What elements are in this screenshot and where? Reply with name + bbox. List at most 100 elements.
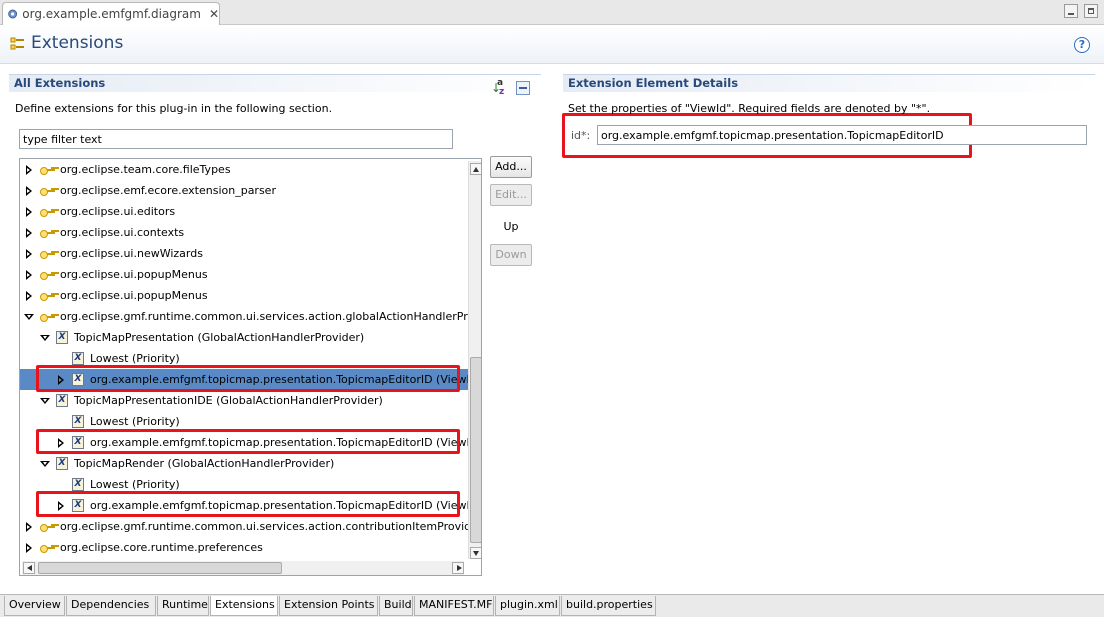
editor-tab-title: org.example.emfgmf.diagram <box>22 7 201 21</box>
element-icon: X <box>56 331 68 344</box>
all-extensions-description: Define extensions for this plug-in in th… <box>15 102 333 115</box>
close-icon[interactable]: ✕ <box>209 7 219 21</box>
maximize-icon[interactable] <box>1084 4 1098 18</box>
tab-extensions[interactable]: Extensions <box>210 596 278 616</box>
extension-point-icon <box>40 522 56 532</box>
window-buttons <box>1064 4 1098 18</box>
tab-build[interactable]: Build <box>379 596 413 616</box>
element-icon: X <box>72 478 84 491</box>
editor-tab-bar: org.example.emfgmf.diagram ✕ <box>0 0 1104 25</box>
element-icon: X <box>56 394 68 407</box>
element-icon: X <box>72 352 84 365</box>
filter-input[interactable] <box>19 129 453 149</box>
tree-item[interactable]: X TopicMapPresentation (GlobalActionHandl… <box>20 327 468 348</box>
tab-build-properties[interactable]: build.properties <box>561 596 656 616</box>
tree-item[interactable]: org.eclipse.ui.editors <box>20 201 468 222</box>
tree-item[interactable]: org.eclipse.gmf.runtime.common.ui.servic… <box>20 516 468 537</box>
tree-item-label: TopicMapPresentationIDE (GlobalActionHan… <box>74 394 383 407</box>
tree-item-label: org.eclipse.ui.popupMenus <box>60 268 208 281</box>
tree-item-label: Lowest (Priority) <box>90 478 180 491</box>
scroll-thumb[interactable] <box>470 357 481 543</box>
tree-item-label: org.eclipse.ui.editors <box>60 205 176 218</box>
scroll-up-icon[interactable] <box>470 163 481 175</box>
tab-overview[interactable]: Overview <box>4 596 65 616</box>
tree-item-label: org.eclipse.ui.newWizards <box>60 247 203 260</box>
expanded-arrow-icon[interactable] <box>40 459 50 469</box>
tree-item-label: org.eclipse.gmf.runtime.common.ui.servic… <box>60 520 468 533</box>
tree-item-label: TopicMapPresentation (GlobalActionHandle… <box>74 331 365 344</box>
id-label: id*: <box>571 129 591 142</box>
tree-item[interactable]: X TopicMapRender (GlobalActionHandlerProv… <box>20 453 468 474</box>
collapsed-arrow-icon[interactable] <box>24 248 34 259</box>
expanded-arrow-icon[interactable] <box>40 333 50 343</box>
tree-item[interactable]: org.eclipse.ui.contexts <box>20 222 468 243</box>
collapsed-arrow-icon[interactable] <box>24 227 34 238</box>
extension-point-icon <box>40 186 56 196</box>
extension-point-icon <box>40 291 56 301</box>
tab-dependencies[interactable]: Dependencies <box>66 596 156 616</box>
extension-point-icon <box>40 543 56 553</box>
tree-item-label: org.eclipse.ui.contexts <box>60 226 185 239</box>
collapsed-arrow-icon[interactable] <box>24 269 34 280</box>
tree-item[interactable]: org.eclipse.ui.popupMenus <box>20 285 468 306</box>
extension-point-icon <box>40 207 56 217</box>
tree-item[interactable]: org.eclipse.ui.popupMenus <box>20 264 468 285</box>
edit-button[interactable]: Edit... <box>490 184 532 206</box>
scroll-down-icon[interactable] <box>470 547 481 559</box>
down-button[interactable]: Down <box>490 244 532 266</box>
extensions-icon <box>10 37 24 50</box>
collapse-all-icon[interactable] <box>516 81 530 95</box>
tree-toolbar: ↓ a z <box>490 78 530 97</box>
tree-item-label: Lowest (Priority) <box>90 352 180 365</box>
collapsed-arrow-icon[interactable] <box>24 206 34 217</box>
scroll-right-icon[interactable] <box>452 562 464 574</box>
help-icon[interactable]: ? <box>1074 37 1090 53</box>
tree-item-label: org.eclipse.core.runtime.preferences <box>60 541 263 554</box>
id-field[interactable] <box>597 125 1087 145</box>
page-header: Extensions ? <box>0 26 1104 64</box>
up-button[interactable]: Up <box>490 216 532 238</box>
element-details-title: Extension Element Details <box>563 74 1095 92</box>
extension-point-icon <box>40 312 56 322</box>
expanded-arrow-icon[interactable] <box>40 396 50 406</box>
collapsed-arrow-icon[interactable] <box>24 164 34 175</box>
tree-item-label: Lowest (Priority) <box>90 415 180 428</box>
vertical-scrollbar[interactable] <box>468 161 481 559</box>
tab-plugin-xml[interactable]: plugin.xml <box>495 596 560 616</box>
tree-item-label: org.eclipse.team.core.fileTypes <box>60 163 231 176</box>
highlight-box <box>36 491 460 517</box>
tab-runtime[interactable]: Runtime <box>157 596 209 616</box>
tree-item[interactable]: org.eclipse.gmf.runtime.common.ui.servic… <box>20 306 468 327</box>
element-icon: X <box>72 415 84 428</box>
tree-item[interactable]: org.eclipse.core.runtime.preferences <box>20 537 468 558</box>
page-title: Extensions <box>31 33 124 53</box>
bottom-tabs: Overview Dependencies Runtime Extensions Ext… <box>0 594 1104 617</box>
element-icon: X <box>56 457 68 470</box>
scroll-thumb-horizontal[interactable] <box>38 562 282 574</box>
tree-item[interactable]: X TopicMapPresentationIDE (GlobalActionHa… <box>20 390 468 411</box>
element-details-description: Set the properties of "ViewId". Required… <box>568 102 931 115</box>
tree-item[interactable]: org.eclipse.emf.ecore.extension_parser <box>20 180 468 201</box>
extension-point-icon <box>40 249 56 259</box>
tree-item[interactable]: org.eclipse.team.core.fileTypes <box>20 159 468 180</box>
extension-point-icon <box>40 270 56 280</box>
editor-tab[interactable]: org.example.emfgmf.diagram ✕ <box>2 2 220 25</box>
collapsed-arrow-icon[interactable] <box>24 185 34 196</box>
all-extensions-title: All Extensions <box>9 74 541 92</box>
highlight-box <box>36 429 460 454</box>
extension-point-icon <box>40 165 56 175</box>
collapsed-arrow-icon[interactable] <box>24 290 34 301</box>
minimize-icon[interactable] <box>1064 4 1078 18</box>
expanded-arrow-icon[interactable] <box>24 312 34 322</box>
scroll-left-icon[interactable] <box>23 562 35 574</box>
collapsed-arrow-icon[interactable] <box>24 521 34 532</box>
tab-extension-points[interactable]: Extension Points <box>279 596 378 616</box>
plugin-icon <box>8 9 18 19</box>
collapsed-arrow-icon[interactable] <box>24 542 34 553</box>
add-button[interactable]: Add... <box>490 156 532 178</box>
highlight-box <box>36 365 460 392</box>
tab-manifest-mf[interactable]: MANIFEST.MF <box>414 596 494 616</box>
tree-item[interactable]: org.eclipse.ui.newWizards <box>20 243 468 264</box>
sort-icon[interactable]: ↓ a z <box>490 78 508 97</box>
horizontal-scrollbar[interactable] <box>22 561 464 575</box>
